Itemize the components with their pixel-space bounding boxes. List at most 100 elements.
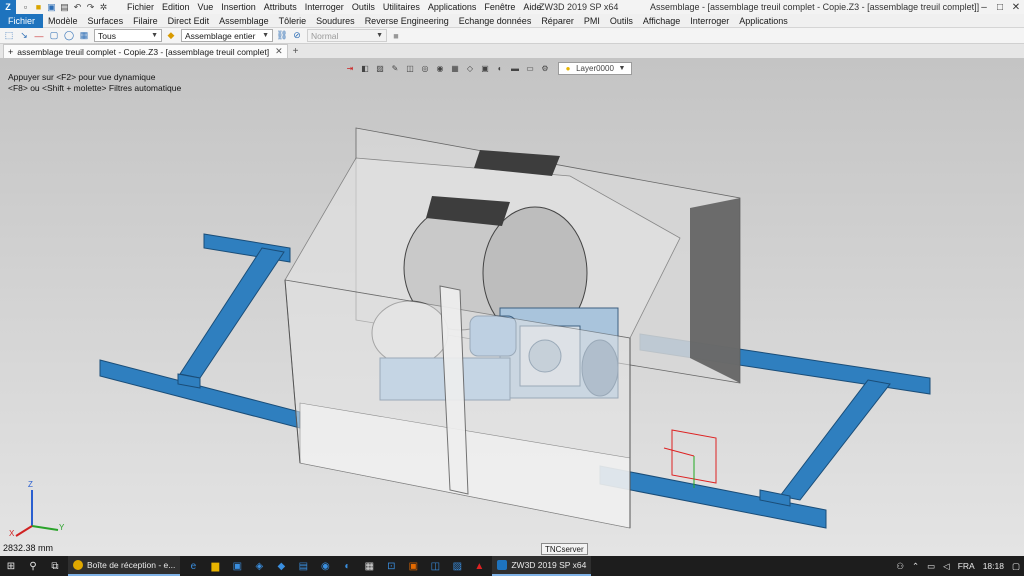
tab-filaire[interactable]: Filaire [128, 14, 163, 28]
network-icon[interactable]: ▭ [923, 561, 939, 572]
grid-icon[interactable]: ▦ [449, 62, 461, 74]
menu-fichier[interactable]: Fichier [123, 2, 158, 12]
taskbar-app-mail[interactable]: Boîte de réception - e... [68, 556, 181, 576]
tab-surfaces[interactable]: Surfaces [83, 14, 129, 28]
close-icon[interactable]: ✕ [1008, 0, 1024, 14]
maximize-icon[interactable]: □ [992, 0, 1008, 14]
zw3d-logo-icon[interactable]: Z [0, 0, 16, 14]
color-picker-icon[interactable]: ■ [390, 30, 402, 42]
folder-icon[interactable]: ▆ [204, 556, 226, 576]
tool-app-icon[interactable]: ◆ [270, 556, 292, 576]
tab-affichage[interactable]: Affichage [638, 14, 685, 28]
assembly-model[interactable] [0, 58, 1024, 556]
volume-icon[interactable]: ◁ [939, 561, 954, 572]
menu-fenetre[interactable]: Fenêtre [480, 2, 519, 12]
assembly-scope-value: Assemblage entier [185, 30, 256, 41]
title-bar: Z ▫ ■ ▣ ▤ ↶ ↷ ✲ Fichier Edition Vue Inse… [0, 0, 1024, 14]
app-icon-b[interactable]: ◉ [314, 556, 336, 576]
task-view-icon[interactable]: ⧉ [44, 556, 66, 576]
tab-soudures[interactable]: Soudures [311, 14, 360, 28]
menu-interroger[interactable]: Interroger [301, 2, 348, 12]
tab-reverse-engineering[interactable]: Reverse Engineering [360, 14, 454, 28]
minimize-icon[interactable]: – [976, 0, 992, 14]
part-filter-icon[interactable]: ▦ [78, 30, 90, 42]
background-icon[interactable]: ▬ [509, 62, 521, 74]
menu-applications[interactable]: Applications [424, 2, 481, 12]
assembly-scope-dropdown[interactable]: Assemblage entier ▼ [181, 29, 273, 42]
3d-viewport[interactable]: Appuyer sur <F2> pour vue dynamique <F8>… [0, 58, 1024, 556]
edge-icon[interactable]: e [182, 556, 204, 576]
datum-icon[interactable]: ◇ [464, 62, 476, 74]
taskbar-app-zw3d[interactable]: ZW3D 2019 SP x64 [492, 556, 592, 576]
shading-icon[interactable]: ▨ [374, 62, 386, 74]
exit-icon[interactable]: ⇥ [344, 62, 356, 74]
app-icon-c[interactable]: ◐ [336, 556, 358, 576]
zoom-icon[interactable]: ◎ [419, 62, 431, 74]
app-icon-e[interactable]: ⊡ [380, 556, 402, 576]
menu-utilitaires[interactable]: Utilitaires [379, 2, 424, 12]
filter-dropdown[interactable]: Tous ▼ [94, 29, 162, 42]
tab-direct-edit[interactable]: Direct Edit [163, 14, 215, 28]
notification-icon[interactable]: ▢ [1008, 561, 1024, 572]
print-icon[interactable]: ▤ [59, 2, 70, 13]
pdf-icon[interactable]: ▲ [468, 556, 490, 576]
search-icon[interactable]: ⚲ [22, 556, 44, 576]
paint-icon[interactable]: ✎ [389, 62, 401, 74]
new-file-icon[interactable]: ▫ [20, 2, 31, 13]
save-icon[interactable]: ▣ [46, 2, 57, 13]
menu-outils[interactable]: Outils [348, 2, 379, 12]
redo-icon[interactable]: ↷ [85, 2, 96, 13]
assembly-icon[interactable]: ◆ [165, 30, 177, 42]
people-icon[interactable]: ⚇ [892, 561, 908, 572]
orient-icon[interactable]: ◉ [434, 62, 446, 74]
style-dropdown[interactable]: Normal ▼ [307, 29, 387, 42]
windows-start-icon[interactable]: ⊞ [0, 556, 22, 576]
view-cube-icon[interactable]: ◧ [359, 62, 371, 74]
lock-icon[interactable]: ⊘ [291, 30, 303, 42]
light-icon[interactable]: ◐ [494, 62, 506, 74]
link-icon[interactable]: ⛓ [276, 30, 288, 42]
select-arrow-icon[interactable]: ↘ [18, 30, 30, 42]
store-icon[interactable]: ▣ [226, 556, 248, 576]
new-tab-icon[interactable]: + [293, 46, 299, 57]
pin-icon[interactable]: + [8, 47, 13, 57]
tab-assemblage[interactable]: Assemblage [214, 14, 274, 28]
open-folder-icon[interactable]: ■ [33, 2, 44, 13]
tab-applications[interactable]: Applications [734, 14, 793, 28]
hint-line-1: Appuyer sur <F2> pour vue dynamique [8, 72, 156, 82]
app-icon-h[interactable]: ▨ [446, 556, 468, 576]
box-select-icon[interactable]: ▢ [48, 30, 60, 42]
app-icon-a[interactable]: ▤ [292, 556, 314, 576]
deselect-icon[interactable]: — [33, 30, 45, 42]
menu-edition[interactable]: Edition [158, 2, 194, 12]
tab-pmi[interactable]: PMI [579, 14, 605, 28]
menu-vue[interactable]: Vue [194, 2, 218, 12]
tab-tolerie[interactable]: Tôlerie [274, 14, 312, 28]
document-tab[interactable]: + assemblage treuil complet - Copie.Z3 -… [3, 44, 288, 58]
clock[interactable]: 18:18 [979, 561, 1008, 571]
filter-icon[interactable]: ⚙ [539, 62, 551, 74]
settings-gear-icon[interactable]: ✲ [98, 2, 109, 13]
section-icon[interactable]: ◫ [404, 62, 416, 74]
color-icon[interactable]: ▭ [524, 62, 536, 74]
language-indicator[interactable]: FRA [954, 561, 979, 571]
tab-reparer[interactable]: Réparer [536, 14, 579, 28]
close-tab-icon[interactable]: ✕ [275, 46, 283, 57]
chevron-up-icon[interactable]: ⌃ [908, 561, 923, 572]
tab-outils[interactable]: Outils [605, 14, 638, 28]
pick-filter-icon[interactable]: ⬚ [3, 30, 15, 42]
undo-icon[interactable]: ↶ [72, 2, 83, 13]
tab-modele[interactable]: Modèle [43, 14, 83, 28]
app-icon-f[interactable]: ▣ [402, 556, 424, 576]
app-icon-g[interactable]: ◫ [424, 556, 446, 576]
menu-insertion[interactable]: Insertion [217, 2, 260, 12]
tab-fichier[interactable]: Fichier [0, 13, 44, 28]
menu-attributs[interactable]: Attributs [260, 2, 301, 12]
sphere-icon[interactable]: ◯ [63, 30, 75, 42]
network-app-icon[interactable]: ◈ [248, 556, 270, 576]
tab-interroger[interactable]: Interroger [685, 14, 734, 28]
tab-echange-donnees[interactable]: Echange données [454, 14, 537, 28]
app-icon-d[interactable]: ▦ [358, 556, 380, 576]
render-icon[interactable]: ▣ [479, 62, 491, 74]
layer-dropdown[interactable]: ● Layer0000 ▼ [558, 61, 632, 75]
